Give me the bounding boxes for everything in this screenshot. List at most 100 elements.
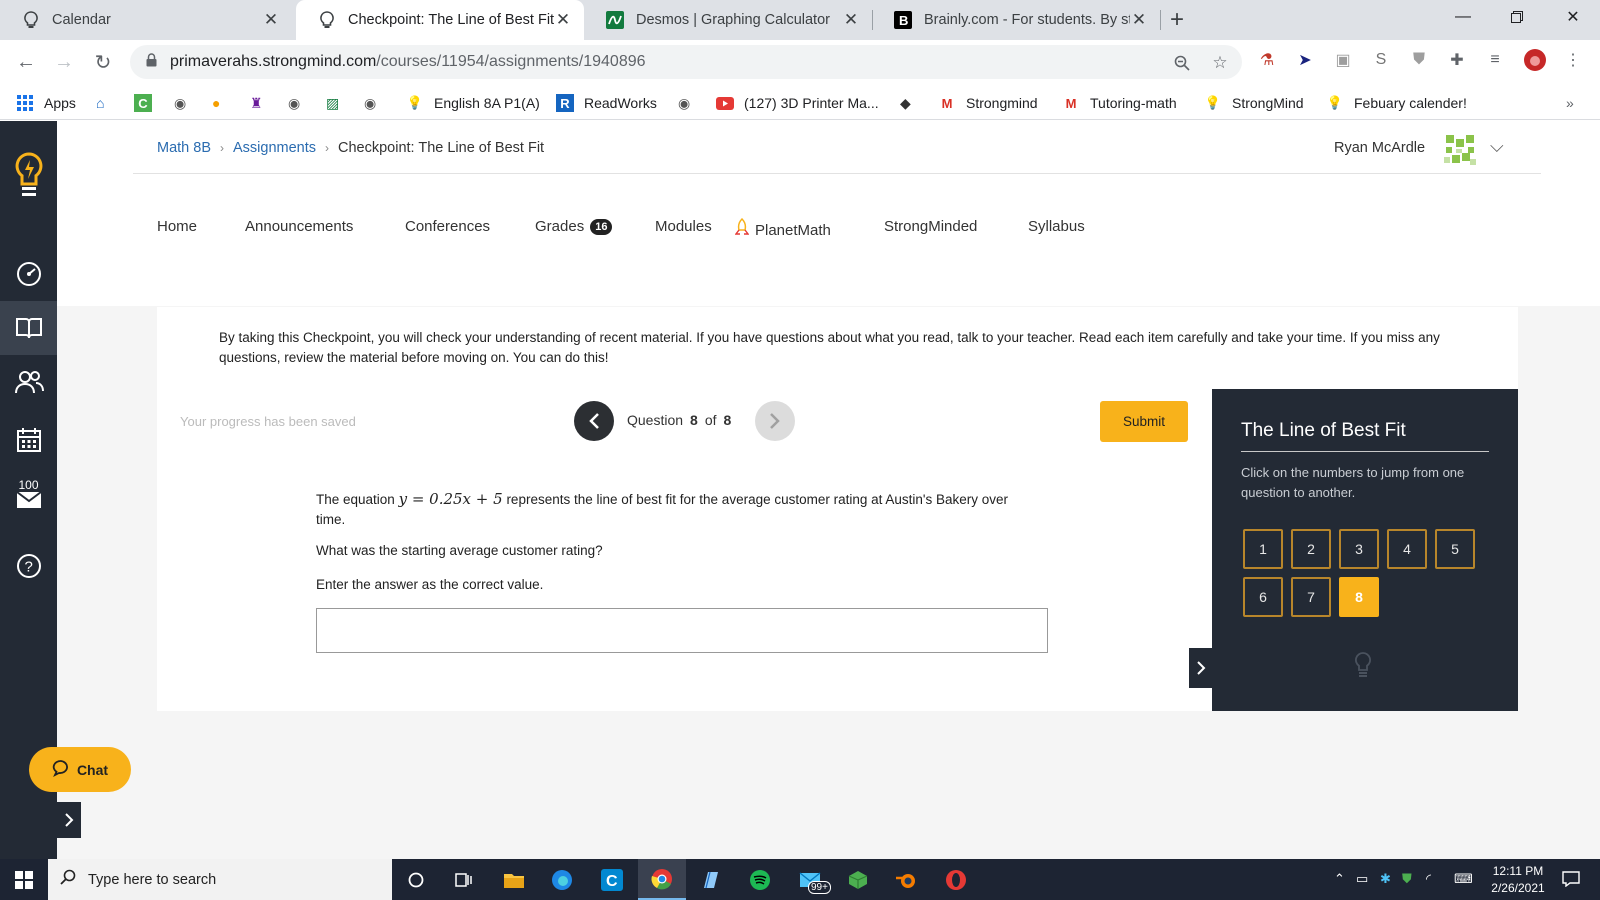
breadcrumb-math-8b[interactable]: Math 8B xyxy=(157,140,211,156)
mail-icon[interactable]: 99+ xyxy=(786,859,834,900)
nav-syllabus[interactable]: Syllabus xyxy=(1028,218,1085,235)
browser-tab-desmos[interactable]: Desmos | Graphing Calculator ✕ xyxy=(584,0,872,40)
wifi-icon[interactable]: ◜ xyxy=(1426,871,1431,887)
new-tab-icon[interactable]: + xyxy=(1170,6,1184,34)
nav-strongminded[interactable]: StrongMinded xyxy=(884,218,977,235)
minecraft-icon[interactable] xyxy=(834,859,882,900)
globe-icon[interactable]: ◉ xyxy=(174,92,186,114)
question-jump-3[interactable]: 3 xyxy=(1339,529,1379,569)
question-jump-6[interactable]: 6 xyxy=(1243,577,1283,617)
globe-icon[interactable]: ◉ xyxy=(288,92,300,114)
extension-icon[interactable]: ▣ xyxy=(1332,49,1354,71)
browser-tab-checkpoint[interactable]: Checkpoint: The Line of Best Fit ✕ xyxy=(296,0,584,40)
calendar-icon[interactable] xyxy=(0,413,57,467)
show-hidden-icons-icon[interactable]: ⌃ xyxy=(1334,871,1345,887)
user-name[interactable]: Ryan McArdle xyxy=(1334,140,1425,156)
roblox-icon[interactable]: ◆ xyxy=(900,92,911,114)
help-icon[interactable]: ? xyxy=(0,539,57,593)
bookmark-strongmind-gmail[interactable]: M Strongmind xyxy=(938,92,1038,114)
file-explorer-icon[interactable] xyxy=(490,859,538,900)
notifications-icon[interactable] xyxy=(1562,871,1580,890)
strongmind-logo-icon[interactable] xyxy=(0,141,57,211)
profile-avatar-icon[interactable] xyxy=(1524,49,1546,71)
bookmark-site-icon[interactable]: ● xyxy=(212,92,220,114)
zoom-icon[interactable] xyxy=(1172,53,1192,73)
bookmark-february[interactable]: 💡 Febuary calender! xyxy=(1326,92,1467,114)
blender-icon[interactable] xyxy=(882,859,930,900)
browser-tab-calendar[interactable]: Calendar ✕ xyxy=(0,0,292,40)
back-icon[interactable]: ← xyxy=(13,49,39,75)
task-view-icon[interactable] xyxy=(440,859,488,900)
answer-input[interactable] xyxy=(316,608,1048,653)
question-jump-5[interactable]: 5 xyxy=(1435,529,1475,569)
question-jump-4[interactable]: 4 xyxy=(1387,529,1427,569)
cortana-icon[interactable] xyxy=(392,859,440,900)
courses-book-icon[interactable] xyxy=(0,301,57,355)
question-jump-2[interactable]: 2 xyxy=(1291,529,1331,569)
dashboard-icon[interactable] xyxy=(0,247,57,301)
browser-tab-brainly[interactable]: B Brainly.com - For students. By stu ✕ xyxy=(872,0,1160,40)
next-question-button[interactable] xyxy=(755,401,795,441)
inbox-icon[interactable]: 100 xyxy=(0,467,57,521)
media-icon[interactable]: ≡ xyxy=(1484,49,1506,71)
windows-start-icon[interactable] xyxy=(0,859,48,900)
groups-icon[interactable] xyxy=(0,355,57,409)
bookmark-youtube[interactable]: (127) 3D Printer Ma... xyxy=(716,92,879,114)
cursor-extension-icon[interactable]: ➤ xyxy=(1294,49,1316,71)
keyboard-icon[interactable]: ⌨ xyxy=(1454,871,1473,887)
star-icon[interactable]: ☆ xyxy=(1210,53,1230,73)
nav-planetmath[interactable]: PlanetMath xyxy=(734,217,831,242)
expand-rail-button[interactable] xyxy=(57,802,81,838)
question-jump-8[interactable]: 8 xyxy=(1339,577,1379,617)
chevron-down-icon[interactable]: ⌵ xyxy=(1490,136,1504,157)
minimize-icon[interactable]: — xyxy=(1436,0,1490,34)
close-icon[interactable]: ✕ xyxy=(1130,10,1148,30)
edge-icon[interactable] xyxy=(538,859,586,900)
breadcrumb-assignments[interactable]: Assignments xyxy=(233,140,316,156)
nav-home[interactable]: Home xyxy=(157,218,197,235)
question-jump-1[interactable]: 1 xyxy=(1243,529,1283,569)
reload-icon[interactable]: ↻ xyxy=(90,49,116,75)
close-icon[interactable]: ✕ xyxy=(554,10,572,30)
ccleaner-icon[interactable]: C xyxy=(588,859,636,900)
bookmark-site-icon[interactable]: ⌂ xyxy=(96,92,104,114)
taskbar-search-box[interactable]: Type here to search xyxy=(48,859,392,900)
address-bar[interactable]: primaverahs.strongmind.com/courses/11954… xyxy=(130,45,1242,79)
bookmark-apps[interactable]: Apps xyxy=(16,92,76,114)
taskbar-clock[interactable]: 12:11 PM 2/26/2021 xyxy=(1478,863,1558,897)
avatar[interactable] xyxy=(1442,131,1478,167)
notepad-icon[interactable] xyxy=(686,859,734,900)
window-close-icon[interactable]: ✕ xyxy=(1546,0,1600,34)
bookmark-english[interactable]: 💡 English 8A P1(A) xyxy=(406,92,540,114)
shield-icon[interactable]: ⛊ xyxy=(1408,49,1430,71)
collapse-panel-button[interactable] xyxy=(1189,648,1213,688)
extension-icon[interactable]: S xyxy=(1370,49,1392,71)
opera-icon[interactable] xyxy=(932,859,980,900)
nav-conferences[interactable]: Conferences xyxy=(405,218,490,235)
device-icon[interactable]: ▭ xyxy=(1356,871,1368,887)
forward-icon[interactable]: → xyxy=(51,49,77,75)
bookmark-readworks[interactable]: R ReadWorks xyxy=(556,92,657,114)
question-jump-7[interactable]: 7 xyxy=(1291,577,1331,617)
nav-announcements[interactable]: Announcements xyxy=(245,218,353,235)
restore-icon[interactable] xyxy=(1490,0,1544,34)
globe-icon[interactable]: ◉ xyxy=(364,92,376,114)
menu-icon[interactable]: ⋮ xyxy=(1562,49,1584,71)
nav-grades[interactable]: Grades 16 xyxy=(535,218,613,235)
bookmark-strongmind[interactable]: 💡 StrongMind xyxy=(1204,92,1304,114)
chrome-icon[interactable] xyxy=(638,859,686,900)
close-icon[interactable]: ✕ xyxy=(262,10,280,30)
bookmark-site-icon[interactable]: ♜ xyxy=(250,92,263,114)
desmos-bookmark-icon[interactable]: ▨ xyxy=(326,92,339,114)
submit-button[interactable]: Submit xyxy=(1100,401,1188,442)
security-shield-icon[interactable]: ⛊ xyxy=(1402,871,1412,887)
spotify-icon[interactable] xyxy=(736,859,784,900)
nav-modules[interactable]: Modules xyxy=(655,218,712,235)
bluetooth-icon[interactable]: ✱ xyxy=(1380,871,1391,887)
chat-button[interactable]: Chat xyxy=(29,747,131,792)
close-icon[interactable]: ✕ xyxy=(842,10,860,30)
bookmark-site-icon[interactable]: C xyxy=(134,92,162,114)
extension-icon[interactable]: ⚗ xyxy=(1256,49,1278,71)
previous-question-button[interactable] xyxy=(574,401,614,441)
bookmark-tutoring[interactable]: M Tutoring-math xyxy=(1062,92,1177,114)
